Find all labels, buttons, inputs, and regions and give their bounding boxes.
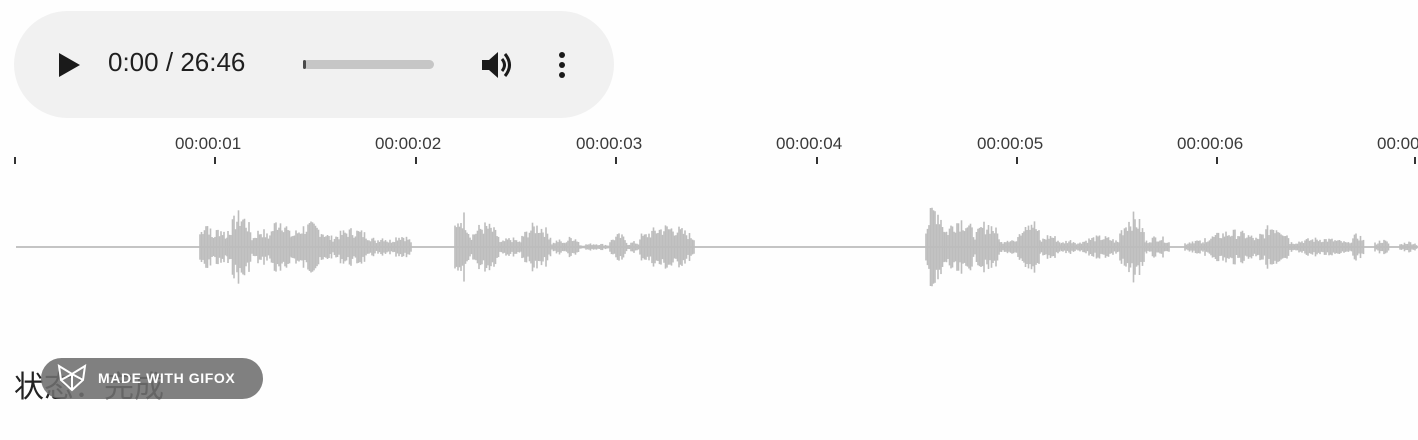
tick-label: 00:00:05 <box>977 134 1044 153</box>
time-separator: / <box>165 47 174 77</box>
gifox-watermark: MADE WITH GIFOX <box>41 358 263 399</box>
tick-label: 00:00:03 <box>576 134 643 153</box>
waveform[interactable] <box>0 190 1418 305</box>
timeline-ruler: 00:00:01 00:00:02 00:00:03 00:00:04 00:0… <box>0 124 1418 168</box>
tick-mark <box>816 157 818 164</box>
volume-icon[interactable] <box>480 49 516 81</box>
tick-mark <box>214 157 216 164</box>
more-vert-icon[interactable] <box>554 49 570 81</box>
current-time: 0:00 <box>108 47 159 77</box>
tick-label: 00:00:01 <box>175 134 242 153</box>
gifox-fox-icon <box>57 364 87 392</box>
page: 0:00 / 26:46 00:00:01 00:00:02 00:00:03 … <box>0 0 1418 440</box>
tick-mark <box>1016 157 1018 164</box>
tick-label: 00:00:06 <box>1177 134 1244 153</box>
duration: 26:46 <box>180 47 246 77</box>
tick-label: 00:00:02 <box>375 134 442 153</box>
audio-player: 0:00 / 26:46 <box>14 11 614 118</box>
tick-label: 00:00:04 <box>776 134 843 153</box>
tick-mark <box>1216 157 1218 164</box>
time-display: 0:00 / 26:46 <box>108 47 245 78</box>
seek-progress <box>303 60 306 69</box>
tick-label: 00:00:07 <box>1377 134 1418 153</box>
watermark-label: MADE WITH GIFOX <box>98 370 236 386</box>
tick-mark <box>615 157 617 164</box>
seek-slider[interactable] <box>303 60 434 69</box>
tick-mark-0 <box>14 157 16 164</box>
tick-mark <box>415 157 417 164</box>
tick-mark <box>1414 157 1416 164</box>
play-icon[interactable] <box>54 51 84 79</box>
